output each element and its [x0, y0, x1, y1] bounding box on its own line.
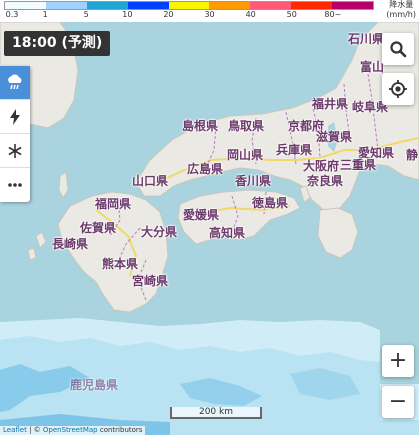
pref-label-okayama: 岡山県	[227, 148, 264, 162]
search-button[interactable]	[382, 33, 414, 65]
legend-ticks: 0.3 1 5 10 20 30 40 50 80~	[0, 10, 380, 21]
legend-color-bar	[4, 1, 374, 10]
lightning-icon	[10, 108, 20, 125]
pref-label-nara: 奈良県	[307, 174, 344, 188]
legend-color-swatch	[209, 2, 251, 9]
pref-label-nagasaki: 長崎県	[52, 237, 89, 251]
pref-label-kagoshima: 鹿児島県	[70, 378, 119, 392]
pref-label-ishikawa: 石川県	[348, 32, 385, 46]
pref-label-shiga: 滋賀県	[316, 130, 353, 144]
legend-color-swatch	[168, 2, 210, 9]
pref-label-shimane: 島根県	[182, 119, 219, 133]
osm-link[interactable]: OpenStreetMap	[43, 426, 98, 434]
lightning-layer-button[interactable]	[0, 100, 30, 134]
legend-color-swatch	[5, 2, 46, 9]
map-attribution: Leaflet | © OpenStreetMap contributors	[0, 426, 146, 435]
snow-layer-button[interactable]	[0, 134, 30, 168]
legend-unit-value: (mm/h)	[386, 10, 416, 19]
pref-label-mie: 三重県	[340, 158, 377, 172]
legend-tick-label: 50	[286, 10, 297, 19]
legend-tick-label: 20	[163, 10, 174, 19]
pref-label-fukuoka: 福岡県	[95, 197, 132, 211]
zoom-out-button[interactable]: −	[382, 386, 414, 418]
legend-color-swatch	[86, 2, 128, 9]
more-layers-button[interactable]	[0, 168, 30, 202]
map-canvas[interactable]: 石川県 富山 福井県 岐阜県 島根県 鳥取県 京都府 滋賀県 愛知県 静 岡山県…	[0, 0, 419, 435]
legend-color-swatch	[45, 2, 87, 9]
pref-label-kagawa: 香川県	[235, 174, 272, 188]
legend-unit: 降水量 (mm/h)	[386, 0, 416, 20]
legend-tick-label: 1	[42, 10, 48, 19]
attribution-separator: | ©	[26, 426, 43, 434]
legend-color-swatch	[127, 2, 169, 9]
layer-toolbar	[0, 66, 30, 202]
pref-label-ehime: 愛媛県	[183, 208, 220, 222]
legend-tick-label: 40	[245, 10, 256, 19]
locate-icon	[389, 80, 407, 98]
precipitation-legend: 0.3 1 5 10 20 30 40 50 80~ 降水量 (mm/h)	[0, 0, 419, 22]
zoom-in-button[interactable]: +	[382, 345, 414, 377]
plus-icon: +	[388, 348, 408, 373]
pref-label-shizuoka: 静	[406, 148, 419, 162]
minus-icon: −	[388, 389, 408, 414]
legend-color-swatch	[250, 2, 292, 9]
forecast-time-badge: 18:00 (予測)	[4, 31, 111, 56]
legend-tick-label: 30	[204, 10, 215, 19]
attribution-contributors: contributors	[97, 426, 143, 434]
pref-label-hiroshima: 広島県	[187, 162, 224, 176]
legend-tick-label: 0.3	[5, 10, 19, 19]
pref-label-miyazaki: 宮崎県	[132, 274, 169, 288]
pref-label-toyama: 富山	[360, 60, 385, 74]
pref-label-tottori: 鳥取県	[228, 119, 265, 133]
pref-label-kochi: 高知県	[209, 226, 246, 240]
pref-label-kumamoto: 熊本県	[102, 257, 139, 271]
legend-tick-label: 10	[122, 10, 133, 19]
scale-bar: 200 km	[170, 407, 262, 419]
legend-color-swatch	[291, 2, 333, 9]
snow-icon	[8, 143, 22, 158]
legend-tick-label: 80~	[324, 10, 342, 19]
rain-layer-button[interactable]	[0, 66, 30, 100]
search-icon	[390, 41, 407, 58]
pref-label-saga: 佐賀県	[80, 221, 117, 235]
pref-label-oita: 大分県	[141, 225, 178, 239]
legend-color-swatch	[332, 2, 374, 9]
pref-label-fukui: 福井県	[312, 97, 349, 111]
legend-unit-label: 降水量	[389, 0, 414, 9]
pref-label-tokushima: 徳島県	[252, 196, 289, 210]
more-icon	[8, 183, 22, 187]
legend-tick-label: 5	[83, 10, 89, 19]
pref-label-yamaguchi: 山口県	[132, 174, 169, 188]
locate-button[interactable]	[382, 73, 414, 105]
rain-icon	[8, 73, 22, 89]
pref-label-hyogo: 兵庫県	[276, 143, 313, 157]
leaflet-link[interactable]: Leaflet	[3, 426, 27, 434]
